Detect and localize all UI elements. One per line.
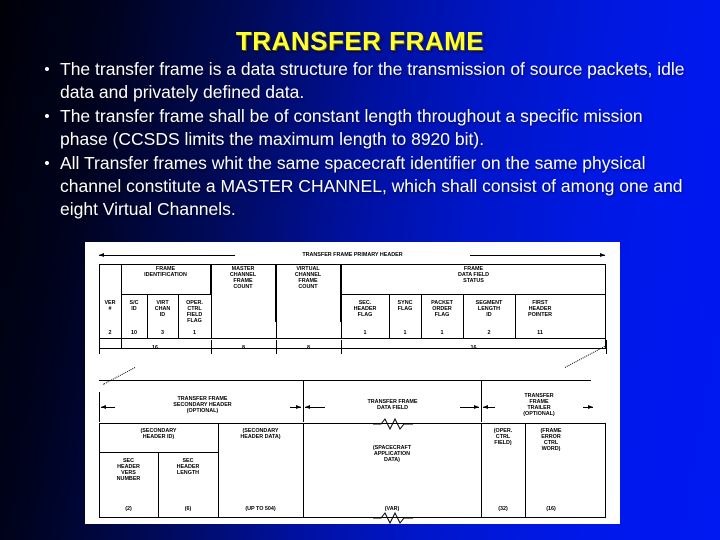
bullet-marker: • [44,61,50,78]
divider [99,452,218,453]
page-title: TRANSFER FRAME [235,26,485,56]
cell-virtual-channel-frame-count: VIRTUAL CHANNEL FRAME COUNT [276,264,341,322]
group-bit-count: 16 [152,345,158,351]
divider [99,338,606,339]
bit-count: 1 [193,330,196,336]
cell-frame-error-ctrl-word: (FRAME ERROR CTRL WORD) [540,428,562,452]
tick [606,340,607,354]
bullet-list: • The transfer frame is a data structure… [34,58,694,222]
list-item: • The transfer frame shall be of constan… [34,105,694,151]
section-label-data-field: TRANSFER FRAME DATA FIELD [325,394,460,416]
arrow-right-icon [474,404,479,409]
bit-count: (32) [498,506,508,512]
cell-frame-data-field-status: FRAME DATA FIELD STATUS [457,266,490,284]
bit-count: 1 [363,330,367,336]
break-zigzag-icon [373,512,413,524]
divider [341,294,606,295]
list-item: • The transfer frame is a data structure… [34,58,694,104]
transfer-frame-diagram: TRANSFER FRAME PRIMARY HEADER FRAME IDEN… [85,242,620,524]
bit-count: 10 [131,330,137,336]
break-zigzag-icon [373,418,413,430]
section-label-secondary-header: TRANSFER FRAME SECONDARY HEADER (OPTIONA… [115,390,290,420]
cell-spacecraft-application-data: (SPACECRAFT APPLICATION DATA) [372,445,412,463]
arrow-right-icon [600,252,605,257]
bit-count: 2 [487,330,491,336]
divider [121,294,211,295]
divider [211,264,212,338]
cell-oper-ctrl-field: (OPER. CTRL FIELD) [493,428,513,446]
bullet-text: The transfer frame shall be of constant … [60,106,643,149]
divider [481,380,482,422]
section-label-trailer: TRANSFER FRAME TRAILER (OPTIONAL) [495,387,583,423]
bit-count: 1 [403,330,407,336]
bit-count: (2) [125,506,132,512]
cell-secondary-header-data: (SECONDARY HEADER DATA) [240,428,281,440]
bit-count: 1 [440,330,444,336]
bit-count: 2 [108,330,112,336]
divider [303,380,304,422]
arrow-right-icon [296,404,301,409]
group-bit-count: 8 [242,345,245,351]
bit-count: (UP TO 504) [245,506,276,512]
arrow-left-icon [101,404,106,409]
expansion-line [102,367,136,385]
arrow-left-icon [305,404,310,409]
cell-frame-identification: FRAME IDENTIFICATION [121,264,211,294]
bullet-marker: • [44,108,50,125]
group-bit-count: 16 [470,345,477,351]
group-bit-count: 8 [307,345,310,351]
divider [276,264,277,338]
cell-master-channel-frame-count: MASTER CHANNEL FRAME COUNT [211,264,276,322]
bit-count: (6) [184,506,192,512]
bullet-marker: • [44,155,50,172]
arrow-right-icon [588,404,593,409]
list-item: • All Transfer frames whit the same spac… [34,152,694,221]
bit-count: (16) [546,506,556,512]
cell-secondary-header-id: (SECONDARY HEADER ID) [140,428,177,440]
cell-sec-header-length: SEC HEADER LENGTH [176,458,200,476]
arrow-left-icon [483,404,488,409]
bit-count: 11 [537,330,543,336]
bit-count: 3 [161,330,164,336]
divider [99,392,100,422]
bullet-text: The transfer frame is a data structure f… [60,59,685,102]
divider [341,264,342,338]
cell-sec-header-vers-number: SEC HEADER VERS NUMBER [116,458,141,482]
primary-header-label: TRANSFER FRAME PRIMARY HEADER [235,249,470,261]
expansion-top-line [99,380,591,381]
bullet-text: All Transfer frames whit the same spacec… [60,153,683,219]
arrow-left-icon [99,252,104,257]
